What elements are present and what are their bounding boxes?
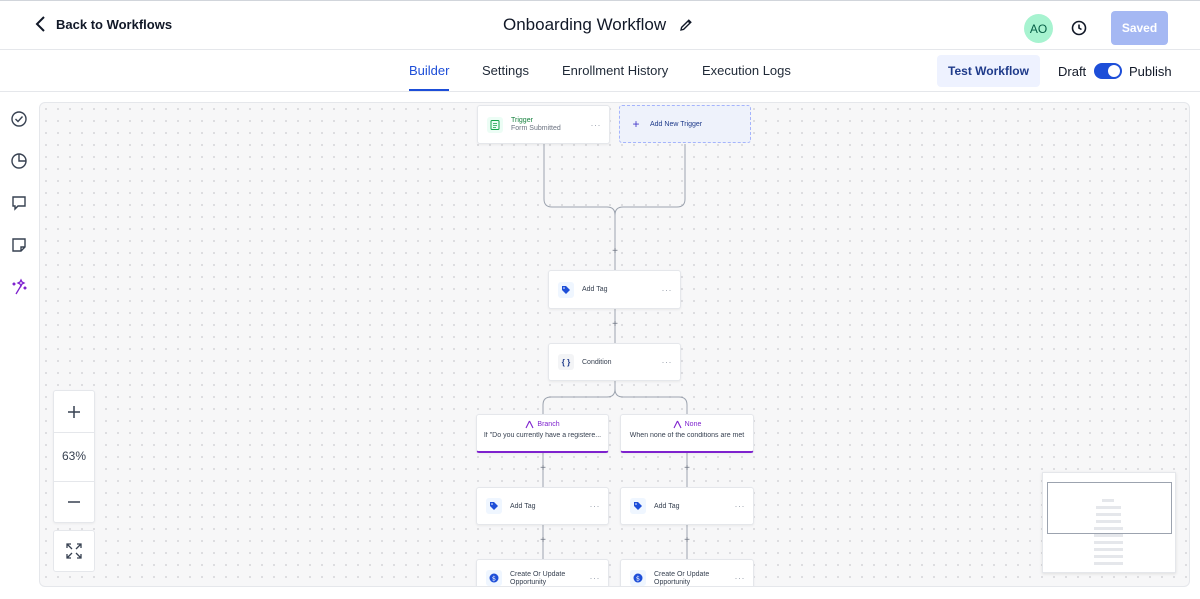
pie-chart-icon[interactable] xyxy=(10,152,28,170)
test-workflow-button[interactable]: Test Workflow xyxy=(937,55,1040,87)
saved-button[interactable]: Saved xyxy=(1111,11,1168,45)
minimap-node xyxy=(1094,555,1123,558)
trigger-label: Trigger xyxy=(511,117,533,124)
tag-icon xyxy=(486,498,502,514)
none-branch-node[interactable]: None When none of the conditions are met xyxy=(620,414,754,453)
clipboard-icon xyxy=(487,116,503,133)
plus-icon xyxy=(68,406,80,418)
trigger-node[interactable]: Trigger Form Submitted ··· xyxy=(477,105,610,144)
branch-title: Branch xyxy=(537,421,560,428)
top-header: Back to Workflows Onboarding Workflow AO… xyxy=(0,0,1200,50)
pencil-icon[interactable] xyxy=(678,17,694,33)
add-step-plus[interactable]: + xyxy=(610,319,620,330)
expand-icon xyxy=(66,543,82,559)
tab-enrollment-history[interactable]: Enrollment History xyxy=(562,63,668,78)
svg-text:$: $ xyxy=(636,574,640,582)
minimap-node xyxy=(1094,527,1123,530)
publish-label: Publish xyxy=(1129,64,1172,79)
opportunity-label: Create Or Update xyxy=(510,570,566,578)
plus-icon: + xyxy=(632,117,640,131)
create-opportunity-node[interactable]: $ Create Or Update Opportunity ··· xyxy=(620,559,754,586)
note-icon[interactable] xyxy=(10,236,28,254)
back-label: Back to Workflows xyxy=(56,16,173,32)
split-icon xyxy=(525,420,534,429)
sparkles-icon[interactable] xyxy=(10,278,28,296)
dollar-icon: $ xyxy=(486,570,502,586)
back-to-workflows-link[interactable]: Back to Workflows xyxy=(34,15,172,33)
add-step-plus[interactable]: + xyxy=(610,246,620,257)
more-options-icon[interactable]: ··· xyxy=(735,573,746,583)
add-step-plus[interactable]: + xyxy=(682,535,692,546)
opportunity-label-2: Opportunity xyxy=(654,578,691,586)
fit-view-button[interactable] xyxy=(53,530,95,572)
create-opportunity-node[interactable]: $ Create Or Update Opportunity ··· xyxy=(476,559,609,586)
check-circle-icon[interactable] xyxy=(10,110,28,128)
add-step-plus[interactable]: + xyxy=(682,463,692,474)
opportunity-label-2: Opportunity xyxy=(510,578,547,586)
more-options-icon[interactable]: ··· xyxy=(591,120,602,130)
publish-toggle[interactable] xyxy=(1094,63,1122,79)
condition-node[interactable]: { } Condition ··· xyxy=(548,343,681,381)
more-options-icon[interactable]: ··· xyxy=(590,501,601,511)
draft-label: Draft xyxy=(1058,64,1087,79)
tab-builder[interactable]: Builder xyxy=(409,63,450,91)
user-avatar[interactable]: AO xyxy=(1024,14,1053,43)
tab-bar: Builder Settings Enrollment History Exec… xyxy=(0,50,1200,92)
tab-settings[interactable]: Settings xyxy=(482,63,529,78)
branch-title: None xyxy=(684,421,702,428)
clock-history-icon[interactable] xyxy=(1070,19,1088,37)
tag-icon xyxy=(630,498,646,514)
tab-execution-logs[interactable]: Execution Logs xyxy=(702,63,791,78)
zoom-level: 63% xyxy=(61,449,87,463)
opportunity-label: Create Or Update xyxy=(654,570,710,578)
add-new-trigger-node[interactable]: + Add New Trigger xyxy=(619,105,751,143)
minimap-node xyxy=(1094,534,1123,537)
condition-label: Condition xyxy=(582,358,612,366)
tag-icon xyxy=(558,281,574,298)
braces-icon: { } xyxy=(558,354,574,370)
minimap-node xyxy=(1094,562,1123,565)
dollar-icon: $ xyxy=(630,570,646,586)
add-new-trigger-label: Add New Trigger xyxy=(650,120,703,128)
more-options-icon[interactable]: ··· xyxy=(735,501,746,511)
add-tag-label: Add Tag xyxy=(654,502,680,510)
minimap[interactable] xyxy=(1042,472,1176,573)
add-tag-node[interactable]: Add Tag ··· xyxy=(620,487,754,525)
workflow-title: Onboarding Workflow xyxy=(503,15,667,34)
workflow-canvas[interactable]: Trigger Form Submitted ··· + Add New Tri… xyxy=(39,102,1190,587)
chevron-left-icon xyxy=(35,16,45,32)
divider xyxy=(54,432,94,433)
minus-icon xyxy=(68,501,80,503)
add-tag-node[interactable]: Add Tag ··· xyxy=(476,487,609,525)
branch-description: When none of the conditions are met xyxy=(629,432,745,439)
minimap-node xyxy=(1094,541,1123,544)
more-options-icon[interactable]: ··· xyxy=(662,357,673,367)
minimap-node xyxy=(1102,499,1114,502)
add-step-plus[interactable]: + xyxy=(538,463,548,474)
minimap-node xyxy=(1094,548,1123,551)
branch-node[interactable]: Branch If "Do you currently have a regis… xyxy=(476,414,609,453)
more-options-icon[interactable]: ··· xyxy=(662,285,673,295)
comment-icon[interactable] xyxy=(10,194,28,212)
add-tag-node[interactable]: Add Tag ··· xyxy=(548,270,681,309)
zoom-in-button[interactable] xyxy=(54,399,94,425)
zoom-out-button[interactable] xyxy=(54,489,94,515)
split-icon xyxy=(673,420,682,429)
branch-description: If "Do you currently have a registere... xyxy=(483,432,602,439)
minimap-node xyxy=(1096,520,1121,523)
add-tag-label: Add Tag xyxy=(510,502,536,510)
trigger-sub: Form Submitted xyxy=(511,125,561,132)
svg-text:$: $ xyxy=(492,574,496,582)
minimap-node xyxy=(1096,506,1121,509)
minimap-node xyxy=(1096,513,1121,516)
zoom-controls: 63% xyxy=(53,390,95,523)
add-step-plus[interactable]: + xyxy=(538,535,548,546)
workflow-title-group: Onboarding Workflow xyxy=(503,15,694,35)
divider xyxy=(54,481,94,482)
add-tag-label: Add Tag xyxy=(582,286,608,293)
more-options-icon[interactable]: ··· xyxy=(590,573,601,583)
